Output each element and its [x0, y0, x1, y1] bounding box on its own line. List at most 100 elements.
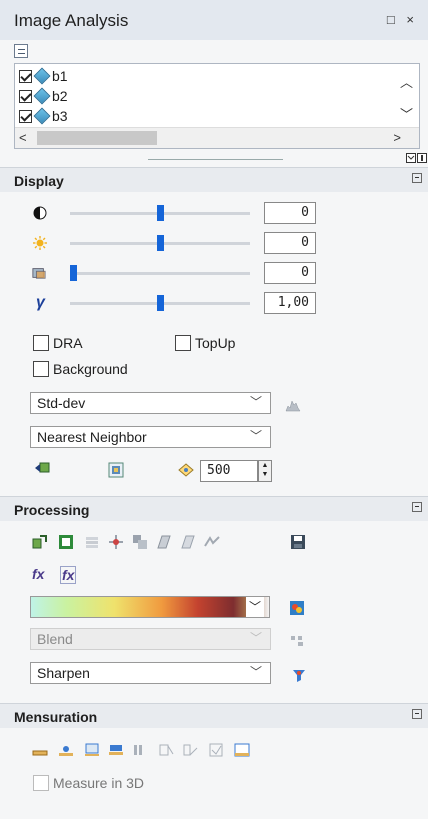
mensuration-section-header[interactable]: Mensuration — [0, 703, 428, 728]
background-checkbox[interactable]: Background — [33, 361, 128, 377]
band-arithmetic-icon[interactable] — [156, 534, 172, 550]
dra-checkbox[interactable]: DRA — [33, 335, 83, 351]
chevron-down-icon: ﹀ — [249, 395, 262, 409]
export-image-icon[interactable] — [34, 460, 50, 476]
layer-checkbox[interactable] — [19, 109, 32, 123]
dra-label: DRA — [53, 335, 83, 351]
mosaic-icon[interactable] — [132, 534, 148, 550]
layer-label: b1 — [52, 68, 68, 84]
save-icon[interactable] — [290, 534, 306, 550]
gamma-value-input[interactable]: 1,00 — [264, 292, 316, 314]
sharpen-value: Sharpen — [37, 665, 90, 681]
custom-function-icon[interactable]: fx — [60, 566, 77, 584]
contrast-value-input[interactable]: 0 — [264, 202, 316, 224]
transparency-slider-track[interactable] — [70, 272, 250, 275]
raster-layer-icon — [33, 107, 51, 125]
scroll-up-icon[interactable]: ︿ — [400, 72, 413, 91]
collapse-icon[interactable] — [412, 173, 422, 183]
restore-icon[interactable]: □ — [387, 12, 399, 27]
histogram-icon[interactable] — [285, 396, 301, 412]
measure-angle-icon[interactable] — [182, 742, 198, 758]
layer-checkbox[interactable] — [19, 69, 32, 83]
brightness-icon — [33, 236, 47, 250]
brightness-slider-thumb[interactable] — [156, 235, 164, 251]
processing-section-header[interactable]: Processing — [0, 496, 428, 521]
layer-list: b1 b2 b3 ︿ ﹀ < > — [14, 63, 420, 149]
colormap-icon[interactable] — [289, 600, 305, 616]
clip-icon[interactable] — [32, 534, 48, 550]
measure-point-icon[interactable] — [132, 742, 148, 758]
raster-layer-icon — [33, 87, 51, 105]
scroll-down-icon[interactable]: ﹀ — [400, 104, 413, 123]
display-section-header[interactable]: Display — [0, 167, 428, 192]
topup-checkbox-box[interactable] — [175, 335, 191, 351]
collapse-icon[interactable] — [412, 709, 422, 719]
horizontal-scrollbar[interactable]: < > — [15, 127, 419, 148]
list-item[interactable]: b2 — [19, 86, 68, 106]
measure-results-icon[interactable] — [234, 742, 250, 758]
layer-checkbox[interactable] — [19, 89, 32, 103]
list-options-icon[interactable] — [14, 44, 28, 58]
sharpen-select[interactable]: Sharpen ﹀ — [30, 662, 271, 684]
chevron-down-icon: ﹀ — [249, 665, 262, 679]
collapse-icon[interactable] — [412, 502, 422, 512]
scale-spinner[interactable]: ▲ ▼ — [258, 460, 272, 482]
mask-icon[interactable] — [58, 534, 74, 550]
blend-value: Blend — [37, 631, 73, 647]
stretch-type-value: Std-dev — [37, 395, 86, 411]
raster-layer-icon — [33, 67, 51, 85]
title-buttons: □ × — [387, 12, 418, 27]
measure-area-icon[interactable] — [84, 742, 100, 758]
measure-3d-checkbox-box[interactable] — [33, 775, 49, 791]
resampling-value: Nearest Neighbor — [37, 429, 147, 445]
measure-3d-label: Measure in 3D — [53, 775, 145, 791]
hillshade-icon[interactable] — [204, 534, 220, 550]
window-title: Image Analysis — [14, 11, 129, 30]
stretch-type-select[interactable]: Std-dev ﹀ — [30, 392, 271, 414]
measure-height-icon[interactable] — [58, 742, 74, 758]
close-icon[interactable]: × — [406, 12, 418, 27]
section-title: Mensuration — [14, 709, 98, 725]
contrast-slider-thumb[interactable] — [156, 205, 164, 221]
scroll-right-icon[interactable]: > — [393, 130, 401, 145]
section-title: Processing — [14, 502, 90, 518]
section-title: Display — [14, 173, 64, 189]
background-label: Background — [53, 361, 128, 377]
gamma-slider-thumb[interactable] — [156, 295, 164, 311]
chevron-down-icon: ﹀ — [249, 429, 262, 443]
sharpen-apply-icon[interactable] — [291, 668, 307, 684]
chevron-down-icon: ﹀ — [246, 597, 264, 617]
layer-label: b2 — [52, 88, 68, 104]
measure-clear-icon[interactable] — [208, 742, 224, 758]
background-checkbox-box[interactable] — [33, 361, 49, 377]
resampling-select[interactable]: Nearest Neighbor ﹀ — [30, 426, 271, 448]
transparency-slider-thumb[interactable] — [70, 265, 77, 281]
splitter-handle[interactable] — [148, 159, 283, 160]
stack-icon[interactable] — [84, 534, 100, 550]
gamma-icon: γ — [36, 294, 45, 311]
transparency-value-input[interactable]: 0 — [264, 262, 316, 284]
blend-options-icon[interactable] — [289, 632, 305, 648]
panel-options-icon[interactable] — [406, 153, 428, 166]
pan-sharpen-icon[interactable] — [108, 534, 124, 550]
measure-distance-icon[interactable] — [32, 742, 48, 758]
scroll-left-icon[interactable]: < — [19, 130, 27, 145]
measure-centroid-icon[interactable] — [158, 742, 174, 758]
chevron-down-icon: ﹀ — [249, 631, 262, 645]
brightness-value-input[interactable]: 0 — [264, 232, 316, 254]
measure-perimeter-icon[interactable] — [108, 742, 124, 758]
function-icon[interactable]: fx — [32, 566, 44, 582]
display-options-icon[interactable] — [108, 462, 124, 478]
list-item[interactable]: b3 — [19, 106, 68, 126]
scale-icon — [178, 463, 194, 477]
blend-select[interactable]: Blend ﹀ — [30, 628, 271, 650]
list-item[interactable]: b1 — [19, 66, 68, 86]
color-ramp-select[interactable]: ﹀ — [30, 596, 270, 618]
measure-3d-checkbox[interactable]: Measure in 3D — [33, 775, 144, 791]
ndvi-icon[interactable] — [180, 534, 196, 550]
dra-checkbox-box[interactable] — [33, 335, 49, 351]
scroll-thumb[interactable] — [37, 131, 157, 145]
topup-checkbox[interactable]: TopUp — [175, 335, 235, 351]
contrast-icon — [33, 206, 47, 220]
scale-input[interactable]: 500 — [200, 460, 258, 482]
